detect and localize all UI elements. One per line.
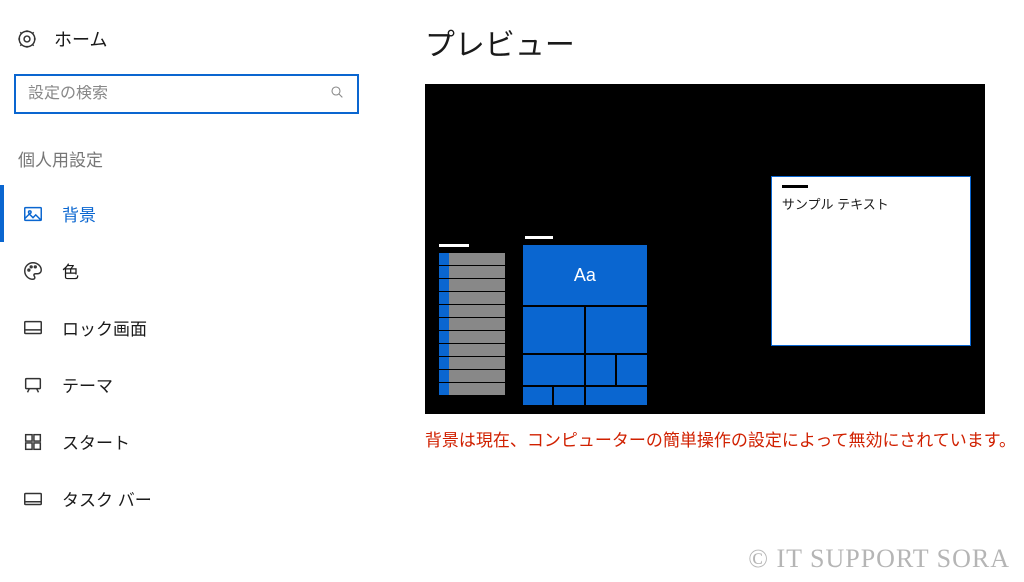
preview-window: サンプル テキスト <box>771 176 971 346</box>
page-title: プレビュー <box>425 20 1016 64</box>
preview-start-list <box>439 244 505 396</box>
palette-icon <box>22 260 44 282</box>
home-label: ホーム <box>54 26 107 52</box>
settings-sidebar: ホーム 個人用設定 背景 <box>0 0 373 582</box>
sidebar-item-taskbar[interactable]: タスク バー <box>0 470 373 527</box>
preview-tile-aa: Aa <box>523 245 647 305</box>
preview-tiles: Aa <box>523 236 647 405</box>
lockscreen-icon <box>22 317 44 339</box>
sidebar-item-start[interactable]: スタート <box>0 413 373 470</box>
desktop-preview: Aa サンプル テキスト <box>425 84 985 414</box>
search-input[interactable] <box>14 74 359 114</box>
start-icon <box>22 431 44 453</box>
sidebar-item-themes[interactable]: テーマ <box>0 356 373 413</box>
sidebar-item-colors[interactable]: 色 <box>0 242 373 299</box>
gear-icon <box>16 28 38 50</box>
sidebar-item-label: ロック画面 <box>62 315 147 340</box>
preview-sample-text: サンプル テキスト <box>782 194 960 213</box>
watermark: © IT SUPPORT SORA <box>748 544 1010 574</box>
sidebar-item-label: テーマ <box>62 372 113 397</box>
sidebar-item-lockscreen[interactable]: ロック画面 <box>0 299 373 356</box>
sidebar-item-label: 背景 <box>62 201 96 226</box>
sidebar-item-label: スタート <box>62 429 130 454</box>
home-button[interactable]: ホーム <box>0 16 373 70</box>
search-field[interactable] <box>28 85 329 103</box>
sidebar-item-label: タスク バー <box>62 486 152 511</box>
section-label: 個人用設定 <box>0 138 373 185</box>
image-icon <box>22 203 44 225</box>
brush-icon <box>22 374 44 396</box>
sidebar-item-label: 色 <box>62 258 79 283</box>
search-icon <box>329 84 345 105</box>
warning-text: 背景は現在、コンピューターの簡単操作の設定によって無効にされています。 <box>425 428 1016 454</box>
taskbar-icon <box>22 488 44 510</box>
main-panel: プレビュー Aa <box>373 0 1024 582</box>
sidebar-item-background[interactable]: 背景 <box>0 185 373 242</box>
